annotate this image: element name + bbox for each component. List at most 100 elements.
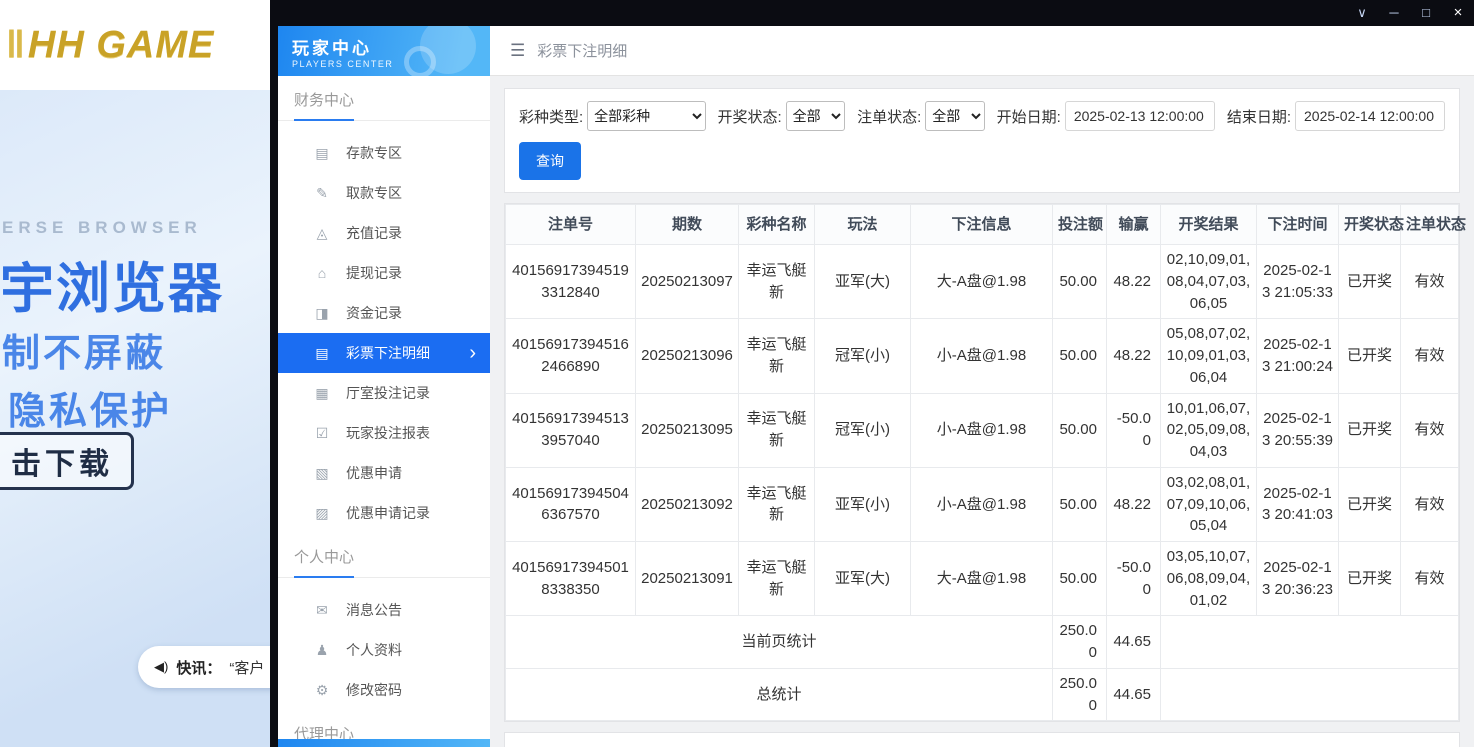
table-cell: 幸运飞艇新 bbox=[739, 542, 815, 616]
hero-banner: ERSE BROWSER 宇浏览器 制不屏蔽 隐私保护 击下载 ◀) 快讯： “… bbox=[0, 90, 300, 747]
sidebar-item-messages[interactable]: ✉消息公告 bbox=[278, 590, 490, 630]
sidebar-item-label: 彩票下注明细 bbox=[346, 343, 430, 363]
end-date-input[interactable] bbox=[1295, 101, 1445, 131]
sidebar-item-recharge-records[interactable]: ◬ 充值记录 bbox=[278, 213, 490, 253]
player-center-window: ∨ ─ □ × 玩家中心 PLAYERS CENTER 财务中心▤存款专区✎取款… bbox=[270, 0, 1474, 747]
sidebar-item-label: 资金记录 bbox=[346, 303, 402, 323]
table-cell: 冠军(小) bbox=[815, 319, 911, 393]
table-cell: 2025-02-13 20:55:39 bbox=[1257, 393, 1339, 467]
sidebar-item-deposit[interactable]: ▤存款专区 bbox=[278, 133, 490, 173]
table-cell: -50.00 bbox=[1107, 542, 1161, 616]
draw-status-label: 开奖状态: bbox=[718, 106, 782, 127]
ticker-label: 快讯： bbox=[176, 657, 221, 678]
sidebar-sections: 财务中心▤存款专区✎取款专区◬充值记录⌂提现记录◨资金记录▤彩票下注明细›▦厅室… bbox=[278, 76, 490, 739]
sidebar-item-withdraw[interactable]: ✎取款专区 bbox=[278, 173, 490, 213]
query-button[interactable]: 查询 bbox=[519, 142, 581, 180]
user-icon: ♟ bbox=[314, 642, 330, 659]
table-cell: 50.00 bbox=[1053, 467, 1107, 541]
column-header: 彩种名称 bbox=[739, 205, 815, 245]
table-cell: 50.00 bbox=[1053, 319, 1107, 393]
withdrawal-record-icon: ⌂ bbox=[314, 265, 330, 281]
table-cell: 亚军(大) bbox=[815, 542, 911, 616]
lottery-type-select[interactable]: 全部彩种 bbox=[587, 101, 705, 131]
table-row: 40156917394513395704020250213095幸运飞艇新冠军(… bbox=[506, 393, 1459, 467]
table-cell: 05,08,07,02,10,09,01,03,06,04 bbox=[1161, 319, 1257, 393]
recharge-record-icon: ◬ bbox=[314, 225, 330, 242]
sidebar-item-change-password[interactable]: ⚙修改密码 bbox=[278, 670, 490, 710]
main-content: ☰ 彩票下注明细 彩种类型: 全部彩种 开奖状态: 全部 bbox=[490, 26, 1474, 747]
ticker-text: “客户 bbox=[229, 657, 264, 678]
summary-winloss-total: 44.65 bbox=[1107, 616, 1161, 669]
hero-subline-2: 隐私保护 bbox=[8, 380, 172, 435]
sidebar-item-funds-records[interactable]: ◨资金记录 bbox=[278, 293, 490, 333]
table-cell: 2025-02-13 20:36:23 bbox=[1257, 542, 1339, 616]
sidebar-item-label: 厅室投注记录 bbox=[346, 383, 430, 403]
table-cell: 已开奖 bbox=[1339, 245, 1401, 319]
table-cell: 冠军(小) bbox=[815, 393, 911, 467]
minimize-button[interactable]: ─ bbox=[1378, 0, 1410, 26]
sidebar-item-lottery-bet-details[interactable]: ▤彩票下注明细› bbox=[278, 333, 490, 373]
chevron-right-icon: › bbox=[469, 343, 476, 363]
start-date-input[interactable] bbox=[1065, 101, 1215, 131]
table-cell: 48.22 bbox=[1107, 467, 1161, 541]
promo-apply-icon: ▧ bbox=[314, 465, 330, 482]
chevron-down-icon[interactable]: ∨ bbox=[1346, 0, 1378, 26]
table-cell: 已开奖 bbox=[1339, 467, 1401, 541]
table-cell: 小-A盘@1.98 bbox=[911, 319, 1053, 393]
hero-subline-1: 制不屏蔽 bbox=[2, 322, 166, 377]
logo-text: HH GAME bbox=[28, 24, 214, 66]
column-header: 下注信息 bbox=[911, 205, 1053, 245]
sidebar-item-profile[interactable]: ♟个人资料 bbox=[278, 630, 490, 670]
table-cell: 10,01,06,07,02,05,09,08,04,03 bbox=[1161, 393, 1257, 467]
table-cell: 有效 bbox=[1401, 542, 1459, 616]
table-cell: 幸运飞艇新 bbox=[739, 319, 815, 393]
table-cell: 亚军(小) bbox=[815, 467, 911, 541]
table-row: 40156917394516246689020250213096幸运飞艇新冠军(… bbox=[506, 319, 1459, 393]
column-header: 开奖结果 bbox=[1161, 205, 1257, 245]
hamburger-menu-icon[interactable]: ☰ bbox=[510, 41, 525, 61]
sidebar-item-withdrawal-records[interactable]: ⌂ 提现记录 bbox=[278, 253, 490, 293]
hero-headline: 宇浏览器 bbox=[0, 244, 224, 323]
table-cell: 03,02,08,01,07,09,10,06,05,04 bbox=[1161, 467, 1257, 541]
table-cell: 401569173945193312840 bbox=[506, 245, 636, 319]
column-header: 注单状态 bbox=[1401, 205, 1459, 245]
order-status-select[interactable]: 全部 bbox=[925, 101, 984, 131]
column-header: 下注时间 bbox=[1257, 205, 1339, 245]
draw-status-select[interactable]: 全部 bbox=[786, 101, 845, 131]
table-cell: 48.22 bbox=[1107, 319, 1161, 393]
hall-record-icon: ▦ bbox=[314, 385, 330, 402]
close-button[interactable]: × bbox=[1442, 0, 1474, 26]
logo-bars-icon: ‖ bbox=[6, 24, 26, 66]
table-cell: 已开奖 bbox=[1339, 319, 1401, 393]
download-button[interactable]: 击下载 bbox=[0, 432, 134, 490]
table-cell: 02,10,09,01,08,04,07,03,06,05 bbox=[1161, 245, 1257, 319]
table-cell: 幸运飞艇新 bbox=[739, 467, 815, 541]
sidebar-item-promo-apply-records[interactable]: ▨优惠申请记录 bbox=[278, 493, 490, 533]
gear-icon: ⚙ bbox=[314, 682, 330, 699]
pagination-bar: 每页显示20条 共5条 首页 上一页 1 下一页 第 页 跳转 bbox=[504, 732, 1460, 747]
maximize-button[interactable]: □ bbox=[1410, 0, 1442, 26]
sidebar-item-player-bet-report[interactable]: ☑玩家投注报表 bbox=[278, 413, 490, 453]
table-cell: 大-A盘@1.98 bbox=[911, 245, 1053, 319]
table-cell: 有效 bbox=[1401, 467, 1459, 541]
table-cell: 小-A盘@1.98 bbox=[911, 467, 1053, 541]
lottery-type-label: 彩种类型: bbox=[519, 106, 583, 127]
table-cell: 03,05,10,07,06,08,09,04,01,02 bbox=[1161, 542, 1257, 616]
filter-panel: 彩种类型: 全部彩种 开奖状态: 全部 注单状态: 全部 bbox=[504, 88, 1460, 193]
sidebar-item-promo-apply[interactable]: ▧优惠申请 bbox=[278, 453, 490, 493]
content-header: ☰ 彩票下注明细 bbox=[490, 26, 1474, 76]
table-cell: 亚军(大) bbox=[815, 245, 911, 319]
column-header: 开奖状态 bbox=[1339, 205, 1401, 245]
table-row: 40156917394501833835020250213091幸运飞艇新亚军(… bbox=[506, 542, 1459, 616]
sidebar-item-label: 充值记录 bbox=[346, 223, 402, 243]
column-header: 注单号 bbox=[506, 205, 636, 245]
table-cell: 幸运飞艇新 bbox=[739, 245, 815, 319]
table-cell: 有效 bbox=[1401, 393, 1459, 467]
sidebar-section-title: 财务中心 bbox=[278, 76, 490, 121]
sidebar-item-label: 取款专区 bbox=[346, 183, 402, 203]
sidebar-item-hall-bet-records[interactable]: ▦ 厅室投注记录 bbox=[278, 373, 490, 413]
end-date-label: 结束日期: bbox=[1227, 106, 1291, 127]
sidebar-item-label: 提现记录 bbox=[346, 263, 402, 283]
table-cell: 20250213096 bbox=[636, 319, 739, 393]
table-cell: 20250213092 bbox=[636, 467, 739, 541]
